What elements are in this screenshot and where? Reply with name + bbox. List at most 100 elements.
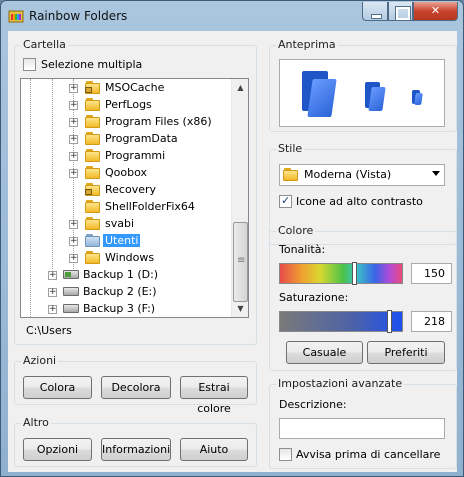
scroll-thumb[interactable]: [233, 222, 248, 302]
scroll-down-icon[interactable]: ▼: [232, 300, 248, 317]
tree-item-program-files-x86[interactable]: + Program Files (x86): [21, 114, 232, 131]
style-select-value: Moderna (Vista): [304, 168, 392, 181]
folder-group-label: Cartella: [21, 38, 68, 51]
style-group-label: Stile: [276, 142, 305, 155]
multi-select-label[interactable]: Selezione multipla: [41, 58, 142, 71]
other-group-label: Altro: [21, 416, 51, 429]
confirm-delete-checkbox[interactable]: [279, 448, 292, 461]
saturation-label: Saturazione:: [279, 291, 349, 304]
tree-scrollbar[interactable]: ▲ ▼: [231, 79, 248, 317]
extract-color-button[interactable]: Estrai colore: [180, 376, 248, 415]
scroll-up-icon[interactable]: ▲: [232, 79, 248, 96]
color-group-label: Colore: [276, 224, 316, 237]
expand-icon[interactable]: +: [48, 305, 57, 314]
title-bar[interactable]: Rainbow Folders ✕: [1, 1, 463, 31]
expand-icon[interactable]: +: [69, 84, 78, 93]
expand-icon[interactable]: +: [69, 254, 78, 263]
folder-icon: [85, 81, 101, 94]
expand-icon[interactable]: +: [69, 135, 78, 144]
folder-icon: [85, 251, 101, 264]
tree-item-qoobox[interactable]: + Qoobox: [21, 165, 232, 182]
tree-item-shellfolderfix64[interactable]: ShellFolderFix64: [21, 199, 232, 216]
tree-item-programdata[interactable]: + ProgramData: [21, 131, 232, 148]
tree-item-label: Qoobox: [105, 166, 148, 179]
maximize-button[interactable]: [388, 2, 413, 21]
folder-icon: [85, 183, 101, 196]
advanced-group-label: Impostazioni avanzate: [276, 377, 405, 390]
actions-group-label: Azioni: [21, 354, 59, 367]
tree-item-label: svabi: [105, 217, 135, 230]
tree-item-svabi[interactable]: + svabi: [21, 216, 232, 233]
help-button[interactable]: Aiuto: [180, 438, 248, 461]
folder-icon: [85, 217, 101, 230]
hue-value-field[interactable]: 150: [411, 263, 452, 284]
multi-select-checkbox[interactable]: [23, 58, 36, 71]
tree-item-label: MSOCache: [105, 81, 165, 94]
folder-icon: [85, 98, 101, 111]
close-button[interactable]: ✕: [413, 2, 458, 21]
high-contrast-checkbox[interactable]: [279, 194, 292, 208]
tree-item-label: Programmi: [105, 149, 166, 162]
tree-item-label: Utenti: [103, 234, 141, 247]
info-button[interactable]: Informazioni: [101, 438, 171, 461]
expand-icon[interactable]: +: [69, 152, 78, 161]
folder-tree[interactable]: + MSOCache + PerfLogs + Program Files (x…: [20, 78, 249, 318]
description-label: Descrizione:: [279, 398, 347, 411]
hue-label: Tonalità:: [279, 243, 326, 256]
rainbow-folder-app-icon: [8, 10, 24, 23]
hue-slider[interactable]: [279, 262, 403, 285]
tree-item-label: Backup 3 (F:): [83, 302, 156, 315]
tree-item-perflogs[interactable]: + PerfLogs: [21, 97, 232, 114]
folder-icon: [283, 168, 299, 181]
lock-icon: [85, 87, 92, 93]
close-icon: ✕: [430, 4, 441, 17]
preview-group-label: Anteprima: [276, 38, 338, 51]
folder-icon: [85, 200, 101, 213]
drive-icon: [63, 270, 79, 279]
colorize-button[interactable]: Colora: [23, 376, 92, 399]
tree-item-label: ShellFolderFix64: [105, 200, 195, 213]
style-select[interactable]: Moderna (Vista): [279, 164, 445, 186]
expand-icon[interactable]: +: [69, 237, 78, 246]
tree-item-backup-1[interactable]: + Backup 1 (D:): [21, 267, 232, 284]
decolorize-button[interactable]: Decolora: [101, 376, 171, 399]
saturation-slider-thumb[interactable]: [387, 310, 392, 333]
tree-item-programmi[interactable]: + Programmi: [21, 148, 232, 165]
tree-item-backup-3[interactable]: + Backup 3 (F:): [21, 301, 232, 317]
expand-icon[interactable]: +: [69, 118, 78, 127]
minimize-button[interactable]: [362, 2, 388, 21]
drive-icon: [63, 304, 79, 313]
drive-icon: [63, 287, 79, 296]
tree-item-label: Program Files (x86): [105, 115, 212, 128]
random-color-button[interactable]: Casuale: [286, 341, 363, 364]
expand-icon[interactable]: +: [69, 220, 78, 229]
expand-icon[interactable]: +: [48, 288, 57, 297]
expand-icon[interactable]: +: [69, 101, 78, 110]
tree-item-msocache[interactable]: + MSOCache: [21, 80, 232, 97]
hue-slider-thumb[interactable]: [352, 262, 357, 285]
description-input[interactable]: [279, 418, 445, 439]
chevron-down-icon[interactable]: [432, 171, 440, 176]
lock-icon: [85, 189, 92, 195]
tree-item-label: PerfLogs: [105, 98, 152, 111]
app-window: Rainbow Folders ✕ Cartella Selezione mul…: [0, 0, 464, 477]
tree-item-label: Backup 2 (E:): [83, 285, 157, 298]
folder-icon: [85, 149, 101, 162]
expand-icon[interactable]: +: [48, 271, 57, 280]
folder-icon: [85, 115, 101, 128]
client-area: Cartella Selezione multipla + MSOCache +…: [8, 31, 457, 472]
saturation-value-field[interactable]: 218: [411, 311, 452, 332]
saturation-slider[interactable]: [279, 310, 403, 333]
tree-item-windows[interactable]: + Windows: [21, 250, 232, 267]
options-button[interactable]: Opzioni: [23, 438, 92, 461]
tree-item-recovery[interactable]: Recovery: [21, 182, 232, 199]
confirm-delete-label[interactable]: Avvisa prima di cancellare: [296, 448, 440, 461]
tree-item-label: Recovery: [105, 183, 157, 196]
tree-item-utenti[interactable]: + Utenti: [21, 233, 232, 250]
folder-icon: [85, 132, 101, 145]
high-contrast-label[interactable]: Icone ad alto contrasto: [296, 195, 423, 208]
favorites-button[interactable]: Preferiti: [367, 341, 445, 364]
expand-icon[interactable]: +: [69, 169, 78, 178]
folder-icon: [85, 166, 101, 179]
tree-item-backup-2[interactable]: + Backup 2 (E:): [21, 284, 232, 301]
